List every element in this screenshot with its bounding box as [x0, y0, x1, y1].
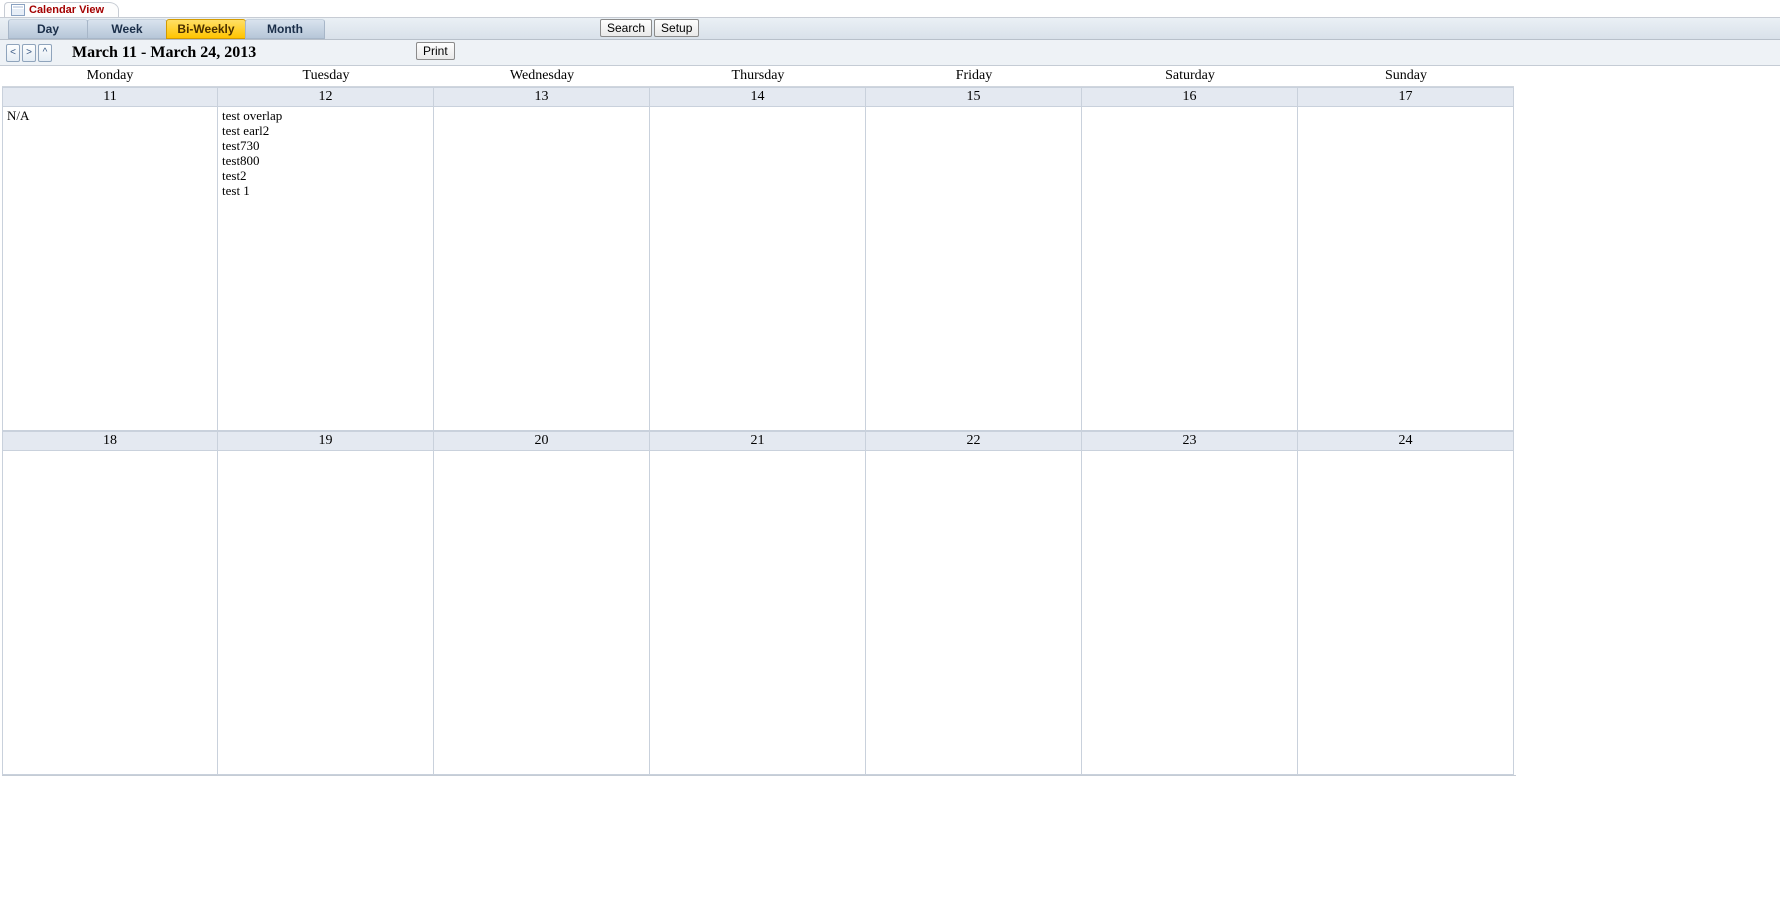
date-number[interactable]: 15 [866, 87, 1082, 107]
event-item[interactable]: test earl2 [222, 124, 429, 139]
day-cell[interactable] [1082, 107, 1298, 431]
date-number[interactable]: 14 [650, 87, 866, 107]
date-number[interactable]: 20 [434, 431, 650, 451]
day-cell[interactable] [434, 107, 650, 431]
date-number[interactable]: 18 [2, 431, 218, 451]
day-cell[interactable] [1082, 451, 1298, 775]
weekday-label: Thursday [650, 66, 866, 87]
grid-bottom-border [2, 775, 1516, 779]
date-number[interactable]: 11 [2, 87, 218, 107]
day-cell[interactable] [2, 451, 218, 775]
weekday-header-row: Monday Tuesday Wednesday Thursday Friday… [2, 66, 1514, 87]
prev-button[interactable]: < [6, 44, 20, 62]
date-nav-bar: < > ^ March 11 - March 24, 2013 [0, 40, 1780, 66]
event-item[interactable]: test overlap [222, 109, 429, 124]
date-number[interactable]: 24 [1298, 431, 1514, 451]
day-cell[interactable] [650, 451, 866, 775]
weekday-label: Wednesday [434, 66, 650, 87]
up-button[interactable]: ^ [38, 44, 52, 62]
week1-date-row: 11 12 13 14 15 16 17 [2, 87, 1514, 107]
day-cell[interactable]: test overlap test earl2 test730 test800 … [218, 107, 434, 431]
toolbar-center: Search Setup [600, 19, 699, 37]
tab-month[interactable]: Month [245, 19, 325, 39]
tab-week[interactable]: Week [87, 19, 167, 39]
next-button[interactable]: > [22, 44, 36, 62]
day-cell[interactable] [650, 107, 866, 431]
date-number[interactable]: 21 [650, 431, 866, 451]
weekday-label: Sunday [1298, 66, 1514, 87]
date-number[interactable]: 12 [218, 87, 434, 107]
date-number[interactable]: 17 [1298, 87, 1514, 107]
week2-grid [2, 451, 1514, 775]
document-tab-bar: Calendar View [0, 0, 1780, 18]
day-cell[interactable] [1298, 451, 1514, 775]
date-number[interactable]: 16 [1082, 87, 1298, 107]
setup-button[interactable]: Setup [654, 19, 699, 37]
weekday-label: Friday [866, 66, 1082, 87]
day-cell[interactable] [866, 107, 1082, 431]
search-button[interactable]: Search [600, 19, 652, 37]
day-cell[interactable]: N/A [2, 107, 218, 431]
tab-day[interactable]: Day [8, 19, 88, 39]
day-cell[interactable] [1298, 107, 1514, 431]
event-item[interactable]: test800 [222, 154, 429, 169]
week1-grid: N/A test overlap test earl2 test730 test… [2, 107, 1514, 431]
date-number[interactable]: 23 [1082, 431, 1298, 451]
view-toolbar: Day Week Bi-Weekly Month [0, 18, 1780, 40]
date-number[interactable]: 22 [866, 431, 1082, 451]
event-item[interactable]: test 1 [222, 184, 429, 199]
day-cell[interactable] [434, 451, 650, 775]
document-tab-label: Calendar View [29, 4, 104, 16]
date-number[interactable]: 13 [434, 87, 650, 107]
tab-bi-weekly[interactable]: Bi-Weekly [166, 19, 246, 39]
document-tab-calendar-view[interactable]: Calendar View [4, 2, 119, 17]
weekday-label: Monday [2, 66, 218, 87]
week2-date-row: 18 19 20 21 22 23 24 [2, 431, 1514, 451]
day-cell[interactable] [218, 451, 434, 775]
date-number[interactable]: 19 [218, 431, 434, 451]
print-button[interactable]: Print [416, 42, 455, 60]
date-range-title: March 11 - March 24, 2013 [72, 44, 256, 62]
weekday-label: Saturday [1082, 66, 1298, 87]
event-item[interactable]: test730 [222, 139, 429, 154]
event-item[interactable]: test2 [222, 169, 429, 184]
form-icon [11, 4, 25, 16]
event-item[interactable]: N/A [7, 109, 213, 124]
weekday-label: Tuesday [218, 66, 434, 87]
day-cell[interactable] [866, 451, 1082, 775]
